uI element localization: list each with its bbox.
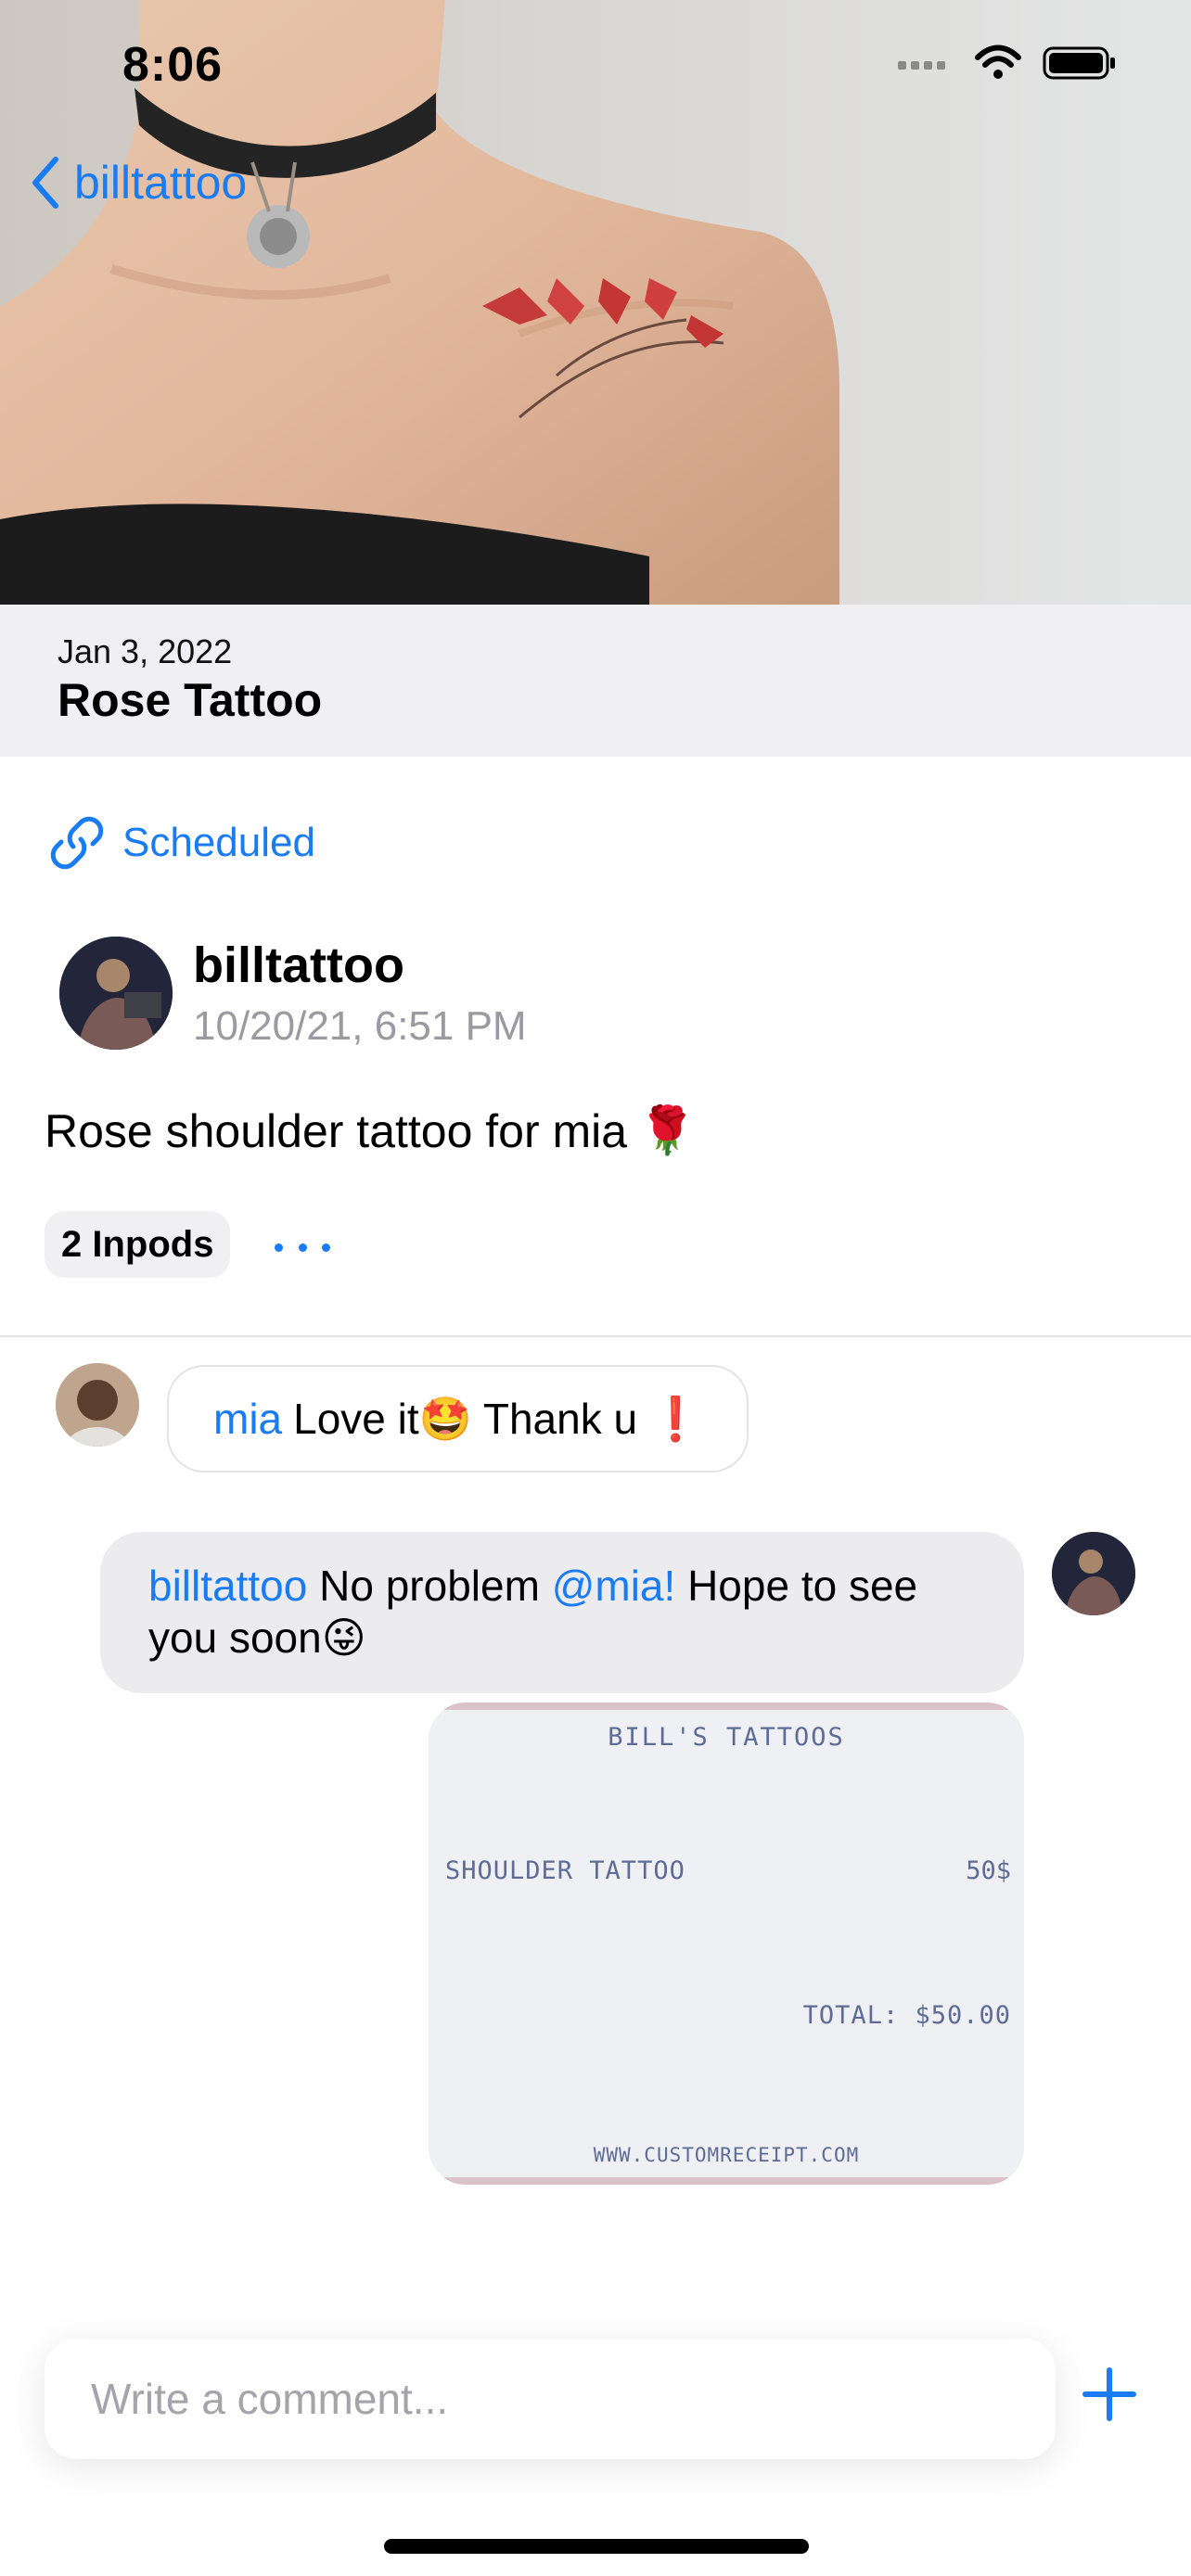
plus-icon[interactable] xyxy=(1080,2365,1139,2424)
receipt-edge xyxy=(429,2177,1024,2185)
reply-text-a: No problem xyxy=(319,1562,540,1610)
reply-author[interactable]: billtattoo xyxy=(148,1562,307,1610)
battery-icon xyxy=(1043,46,1115,80)
post-title: Rose Tattoo xyxy=(58,674,323,726)
home-indicator xyxy=(384,2539,809,2554)
chevron-left-icon xyxy=(32,157,58,209)
comment-mention[interactable]: mia xyxy=(213,1394,282,1444)
link-icon xyxy=(50,816,104,870)
comment-composer xyxy=(0,2290,1191,2504)
back-button[interactable]: billtattoo xyxy=(30,156,247,210)
post-title-band: Jan 3, 2022 Rose Tattoo xyxy=(0,605,1191,757)
comment-bubble: mia Love it🤩 Thank u ❗ xyxy=(167,1365,749,1473)
avatar-image xyxy=(59,937,173,1050)
post-author: billtattoo 10/20/21, 6:51 PM xyxy=(59,937,801,1057)
reply-mention[interactable]: @mia! xyxy=(552,1562,676,1610)
post-date: Jan 3, 2022 xyxy=(58,632,233,670)
more-dot xyxy=(298,1243,307,1252)
commenter-avatar[interactable] xyxy=(56,1363,139,1447)
scheduled-label: Scheduled xyxy=(122,820,315,865)
divider xyxy=(0,1335,1191,1337)
reply-avatar[interactable] xyxy=(1052,1532,1135,1615)
receipt-edge xyxy=(429,1702,1024,1710)
more-options-button[interactable] xyxy=(275,1224,330,1270)
signal-icon xyxy=(898,61,945,70)
receipt-header: BILL'S TATTOOS xyxy=(608,1723,845,1752)
status-bar: 8:06 xyxy=(0,0,1191,130)
more-dot xyxy=(275,1243,283,1252)
scheduled-link[interactable]: Scheduled xyxy=(48,814,315,872)
rose-emoji: 🌹 xyxy=(638,1104,697,1156)
wifi-icon xyxy=(975,45,1021,79)
status-time: 8:06 xyxy=(122,38,224,92)
inpods-chip[interactable]: 2 Inpods xyxy=(45,1211,231,1278)
avatar-image xyxy=(1052,1532,1135,1615)
post-text: Rose shoulder tattoo for mia xyxy=(45,1104,628,1157)
reply-bubble: billtattoo No problem @mia! Hope to see … xyxy=(100,1532,1024,1693)
receipt-total: TOTAL: $50.00 xyxy=(802,2001,1011,2030)
post-timestamp: 10/20/21, 6:51 PM xyxy=(193,1003,527,1049)
receipt-attachment[interactable]: BILL'S TATTOOS SHOULDER TATTOO 50$ TOTAL… xyxy=(429,1702,1024,2185)
comment-input[interactable] xyxy=(45,2339,1056,2459)
receipt-footer: WWW.CUSTOMRECEIPT.COM xyxy=(593,2144,860,2166)
author-name[interactable]: billtattoo xyxy=(193,937,404,994)
author-avatar[interactable] xyxy=(59,937,173,1050)
post-body: Rose shoulder tattoo for mia 🌹 xyxy=(45,1103,696,1158)
avatar-image xyxy=(56,1363,139,1447)
more-dot xyxy=(322,1243,330,1252)
receipt-price: 50$ xyxy=(966,1856,1011,1885)
back-label: billtattoo xyxy=(74,157,248,209)
comment-text: Love it🤩 Thank u ❗ xyxy=(293,1394,703,1443)
receipt-item: SHOULDER TATTOO xyxy=(445,1856,685,1885)
status-icons xyxy=(898,45,1117,82)
